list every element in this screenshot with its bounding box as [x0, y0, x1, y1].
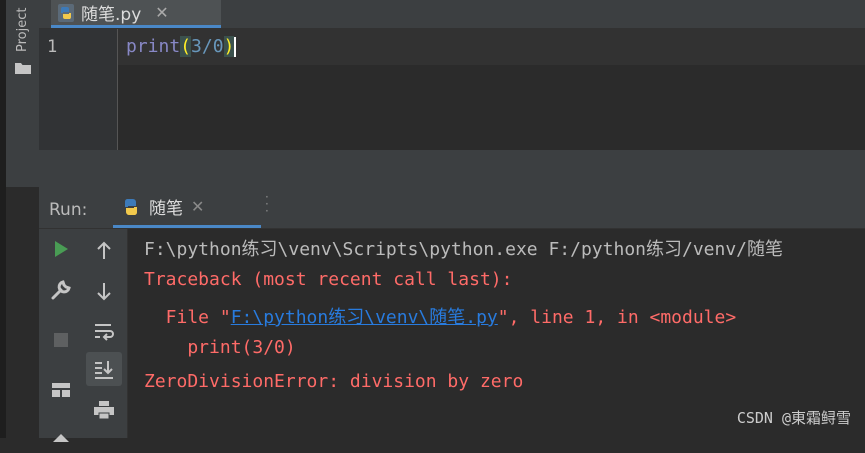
line-number: 1: [47, 37, 58, 57]
run-panel-header: Run: 随笔 ✕ · · ·: [39, 188, 865, 229]
console-code-line: print(3/0): [144, 337, 296, 358]
layout-icon[interactable]: [47, 376, 75, 404]
project-tool-tab[interactable]: Project: [15, 8, 30, 52]
close-tab-icon[interactable]: ✕: [155, 3, 168, 22]
run-tab[interactable]: 随笔 ✕: [113, 188, 261, 228]
print-icon[interactable]: [90, 396, 118, 424]
console-file-line: File "F:\python练习\venv\随笔.py", line 1, i…: [144, 303, 737, 329]
code-function: print: [126, 36, 181, 57]
stop-icon[interactable]: [47, 326, 75, 354]
python-icon: [124, 198, 138, 215]
python-file-icon: [58, 3, 74, 22]
editor-tab-bar: 随笔.py ✕: [39, 0, 865, 29]
code-editor[interactable]: print(3/0): [118, 29, 865, 150]
file-line-suffix: ", line 1, in <module>: [497, 307, 737, 328]
console-error-line: ZeroDivisionError: division by zero: [144, 371, 524, 392]
down-arrow-icon[interactable]: [90, 277, 118, 305]
soft-wrap-icon[interactable]: [90, 317, 118, 345]
code-line[interactable]: print(3/0): [126, 36, 237, 57]
project-tool-window-bar: Project: [6, 0, 40, 187]
editor-tab-file[interactable]: 随笔.py ✕: [51, 0, 221, 28]
console-traceback-header: Traceback (most recent call last):: [144, 269, 513, 290]
close-run-tab-icon[interactable]: ✕: [191, 197, 204, 216]
code-close-paren: ): [223, 36, 235, 57]
text-cursor: [234, 37, 237, 57]
editor-tab-label: 随笔.py: [81, 5, 142, 25]
up-arrow-icon[interactable]: [90, 237, 118, 265]
run-toolbar: [39, 229, 128, 442]
line-number-gutter: 1: [39, 29, 118, 150]
run-console-output[interactable]: F:\python练习\venv\Scripts\python.exe F:/p…: [128, 229, 865, 438]
panel-splitter[interactable]: [39, 150, 865, 188]
run-tab-label: 随笔: [149, 199, 183, 219]
file-link[interactable]: F:\python练习\venv\随笔.py: [231, 307, 498, 328]
run-panel-label: Run:: [49, 200, 88, 220]
run-icon[interactable]: [47, 235, 75, 263]
console-command-line: F:\python练习\venv\Scripts\python.exe F:/p…: [144, 239, 784, 260]
more-options-icon[interactable]: · · ·: [265, 191, 269, 217]
pin-icon[interactable]: [47, 425, 75, 453]
code-open-paren: (: [180, 36, 192, 57]
code-expression: 3/0: [191, 36, 224, 57]
folder-icon[interactable]: [15, 62, 31, 74]
wrench-icon[interactable]: [47, 276, 75, 304]
scroll-to-end-icon[interactable]: [86, 352, 122, 386]
file-line-prefix: File ": [144, 307, 231, 328]
watermark: CSDN @東霜鲟雪: [736, 409, 851, 427]
